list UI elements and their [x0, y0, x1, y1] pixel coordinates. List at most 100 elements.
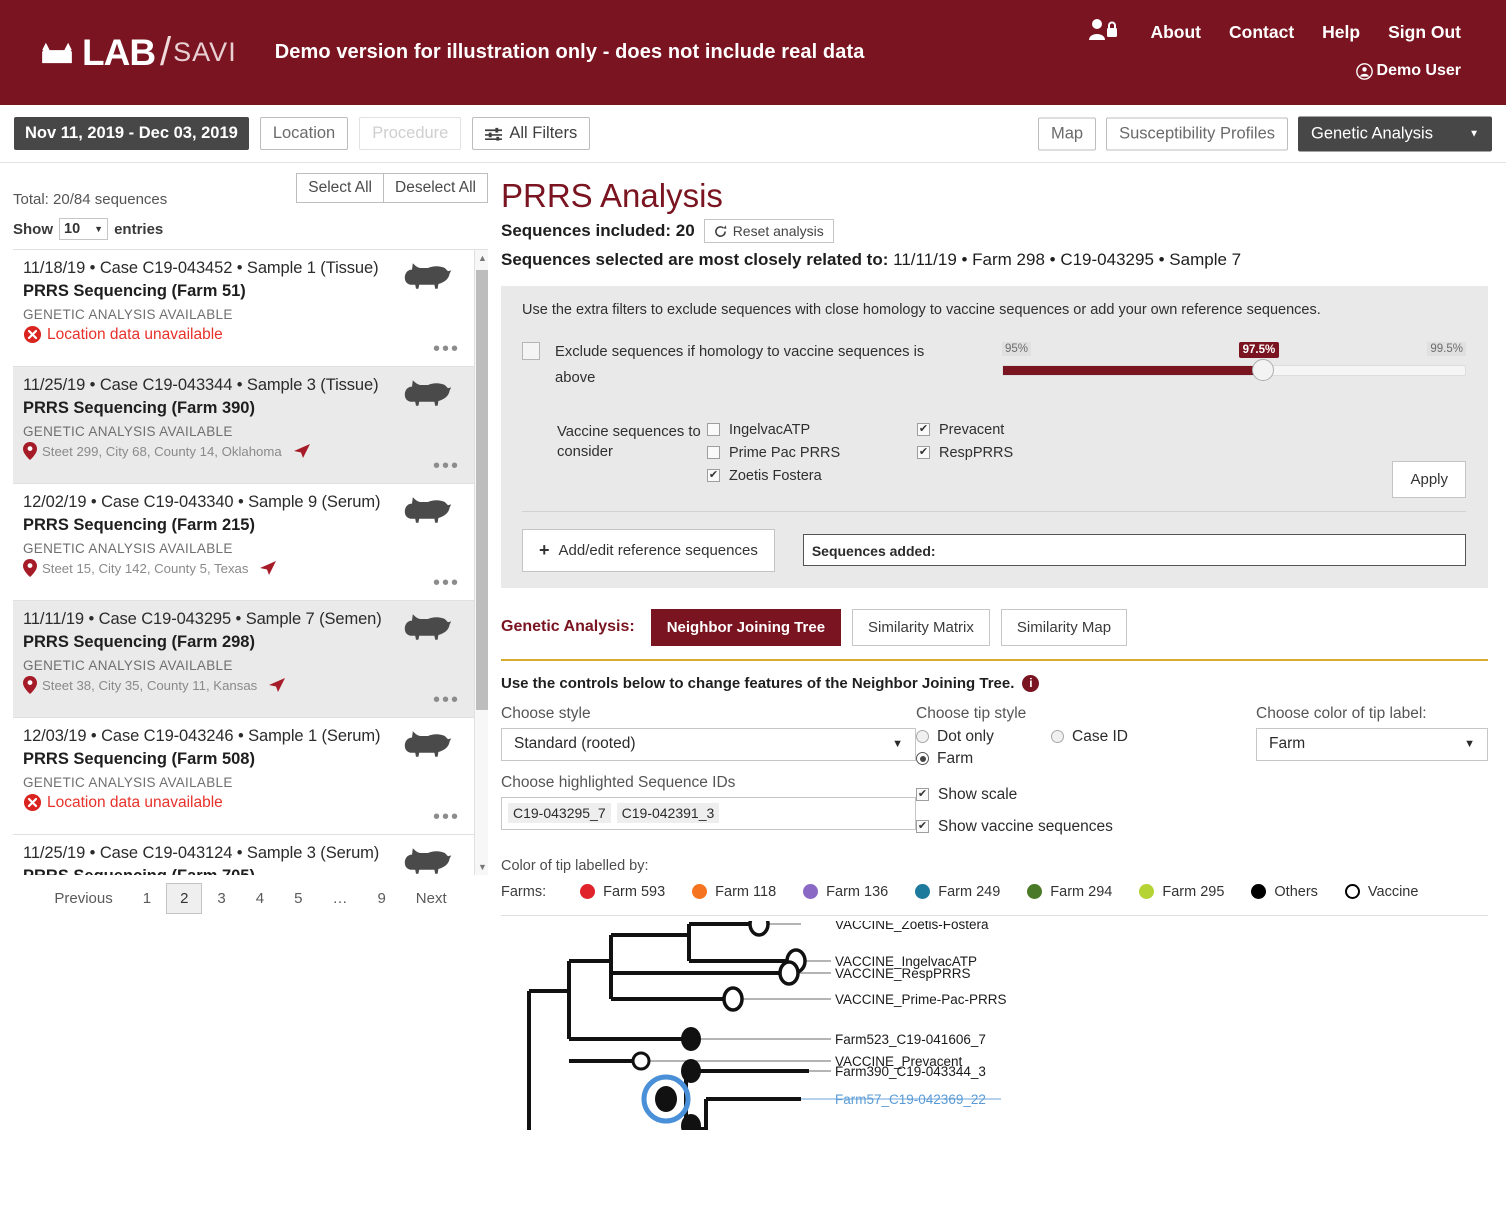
- sequences-added-field[interactable]: Sequences added:: [802, 534, 1466, 567]
- legend-item-farm-294[interactable]: Farm 294: [1027, 884, 1112, 900]
- current-user[interactable]: Demo User: [1355, 62, 1461, 80]
- list-item[interactable]: 11/25/19 • Case C19-043344 • Sample 3 (T…: [13, 367, 488, 484]
- user-lock-icon[interactable]: [1088, 18, 1118, 47]
- checkbox-checked[interactable]: ✔: [917, 423, 930, 437]
- info-icon[interactable]: i: [1022, 674, 1040, 692]
- pager-page-2[interactable]: 2: [166, 883, 203, 914]
- pager-previous[interactable]: Previous: [39, 885, 127, 912]
- procedure-filter-button[interactable]: Procedure: [359, 117, 462, 150]
- list-item[interactable]: 12/02/19 • Case C19-043340 • Sample 9 (S…: [13, 484, 488, 601]
- tab-similarity-map[interactable]: Similarity Map: [1000, 608, 1128, 646]
- brand-logo[interactable]: LAB / SAVI: [38, 32, 237, 72]
- apply-button[interactable]: Apply: [1392, 460, 1466, 498]
- pager-page-9[interactable]: 9: [362, 885, 400, 912]
- nav-help[interactable]: Help: [1322, 22, 1360, 43]
- list-item[interactable]: 11/25/19 • Case C19-043124 • Sample 3 (S…: [13, 835, 488, 875]
- tree-controls-column-1: Choose style Standard (rooted) ▼ Choose …: [501, 705, 916, 836]
- scrollbar-thumb[interactable]: [476, 270, 488, 710]
- legend-item-farm-136[interactable]: Farm 136: [803, 884, 888, 900]
- location-filter-button[interactable]: Location: [259, 117, 349, 150]
- all-filters-button[interactable]: All Filters: [472, 117, 591, 150]
- sequence-list-scrollbar[interactable]: ▲ ▼: [474, 250, 488, 875]
- neighbor-joining-tree[interactable]: VACCINE_Zoetis-Fostera VACCINE_IngelvacA…: [501, 914, 1488, 1130]
- show-scale-option[interactable]: ✔ Show scale: [916, 786, 1256, 804]
- list-item-menu-button[interactable]: •••: [433, 573, 460, 593]
- tab-susceptibility-profiles[interactable]: Susceptibility Profiles: [1106, 117, 1288, 150]
- list-item-availability: GENETIC ANALYSIS AVAILABLE: [23, 541, 233, 556]
- nav-contact[interactable]: Contact: [1229, 22, 1294, 43]
- vaccine-option-prime-pac-prrs[interactable]: Prime Pac PRRS: [707, 445, 917, 461]
- legend-item-farm-249[interactable]: Farm 249: [915, 884, 1000, 900]
- legend-item-vaccine[interactable]: Vaccine: [1344, 884, 1418, 900]
- nav-sign-out[interactable]: Sign Out: [1388, 22, 1461, 43]
- homology-slider-track[interactable]: [1002, 359, 1466, 381]
- vaccine-option-prevacent[interactable]: ✔ Prevacent: [917, 422, 1127, 438]
- legend-title: Color of tip labelled by:: [501, 857, 649, 874]
- scroll-up-icon[interactable]: ▲: [478, 253, 487, 263]
- homology-slider-fill: [1003, 366, 1262, 375]
- reset-analysis-label: Reset analysis: [732, 223, 824, 239]
- checkbox-checked[interactable]: ✔: [707, 469, 720, 483]
- highlighted-seqids-field[interactable]: C19-043295_7 C19-042391_3: [501, 796, 916, 830]
- pager-page-5[interactable]: 5: [279, 885, 317, 912]
- deselect-all-button[interactable]: Deselect All: [384, 173, 488, 203]
- checkbox[interactable]: [707, 446, 720, 460]
- choose-tip-color-select[interactable]: Farm ▼: [1256, 727, 1488, 761]
- tip-style-dot-only[interactable]: Dot only: [916, 728, 1051, 746]
- reset-analysis-button[interactable]: Reset analysis: [703, 219, 834, 243]
- tip-style-farm[interactable]: Farm: [916, 750, 1051, 768]
- list-item-menu-button[interactable]: •••: [433, 456, 460, 476]
- legend-item-farm-593[interactable]: Farm 593: [580, 884, 665, 900]
- chevron-down-icon: ▼: [892, 738, 903, 751]
- pig-icon: [404, 731, 452, 757]
- pager-page-3[interactable]: 3: [202, 885, 240, 912]
- checkbox-checked[interactable]: ✔: [916, 820, 929, 834]
- choose-style-select[interactable]: Standard (rooted) ▼: [501, 727, 916, 761]
- navigate-icon[interactable]: [268, 677, 286, 693]
- seqid-tag[interactable]: C19-043295_7: [508, 803, 611, 824]
- legend-item-farm-118[interactable]: Farm 118: [692, 884, 776, 900]
- navigate-icon[interactable]: [293, 443, 311, 459]
- radio-button[interactable]: [916, 730, 929, 744]
- vaccine-option-zoetis-fostera[interactable]: ✔ Zoetis Fostera: [707, 468, 917, 484]
- scroll-down-icon[interactable]: ▼: [478, 862, 487, 872]
- select-all-button[interactable]: Select All: [296, 173, 385, 203]
- list-item[interactable]: 11/18/19 • Case C19-043452 • Sample 1 (T…: [13, 250, 488, 367]
- add-edit-reference-sequences-button[interactable]: + Add/edit reference sequences: [522, 528, 775, 572]
- vaccine-option-respprrs[interactable]: ✔ RespPRRS: [917, 445, 1127, 461]
- homology-slider-knob[interactable]: [1252, 359, 1275, 381]
- checkbox-checked[interactable]: ✔: [916, 788, 929, 802]
- list-item[interactable]: 11/11/19 • Case C19-043295 • Sample 7 (S…: [13, 601, 488, 718]
- pager-page-4[interactable]: 4: [241, 885, 279, 912]
- pager-next[interactable]: Next: [401, 885, 462, 912]
- legend-item-farm-295[interactable]: Farm 295: [1139, 884, 1224, 900]
- date-range-filter[interactable]: Nov 11, 2019 - Dec 03, 2019: [14, 117, 249, 150]
- show-entries-control: Show 10 ▼ entries: [13, 218, 488, 240]
- tab-similarity-matrix[interactable]: Similarity Matrix: [852, 608, 990, 646]
- pager-page-1[interactable]: 1: [128, 885, 166, 912]
- tab-neighbor-joining-tree[interactable]: Neighbor Joining Tree: [650, 608, 842, 646]
- tab-map[interactable]: Map: [1037, 117, 1097, 150]
- list-item[interactable]: 12/03/19 • Case C19-043246 • Sample 1 (S…: [13, 718, 488, 835]
- list-item-menu-button[interactable]: •••: [433, 690, 460, 710]
- vaccine-option-ingelvacatp[interactable]: IngelvacATP: [707, 422, 917, 438]
- homology-slider[interactable]: 95% 97.5% 99.5%: [1002, 340, 1466, 392]
- legend-item-others[interactable]: Others: [1251, 884, 1318, 900]
- checkbox[interactable]: [707, 423, 720, 437]
- entries-per-page-select[interactable]: 10 ▼: [59, 218, 109, 240]
- tree-tip-label: Farm390_C19-043344_3: [835, 1064, 986, 1079]
- list-item-status-text: Steet 299, City 68, County 14, Oklahoma: [42, 443, 282, 459]
- list-item-menu-button[interactable]: •••: [433, 339, 460, 359]
- nav-about[interactable]: About: [1150, 22, 1201, 43]
- checkbox-checked[interactable]: ✔: [917, 446, 930, 460]
- list-item-menu-button[interactable]: •••: [433, 807, 460, 827]
- radio-button-selected[interactable]: [916, 752, 929, 766]
- radio-button[interactable]: [1051, 730, 1064, 744]
- navigate-icon[interactable]: [259, 560, 277, 576]
- tab-genetic-analysis[interactable]: Genetic Analysis ▼: [1298, 116, 1492, 151]
- seqid-tag[interactable]: C19-042391_3: [616, 803, 720, 824]
- exclude-homology-checkbox[interactable]: [522, 342, 540, 360]
- show-vaccine-sequences-option[interactable]: ✔ Show vaccine sequences: [916, 818, 1256, 836]
- tip-style-case-id[interactable]: Case ID: [1051, 728, 1186, 746]
- slider-value-label: 97.5%: [1238, 342, 1280, 358]
